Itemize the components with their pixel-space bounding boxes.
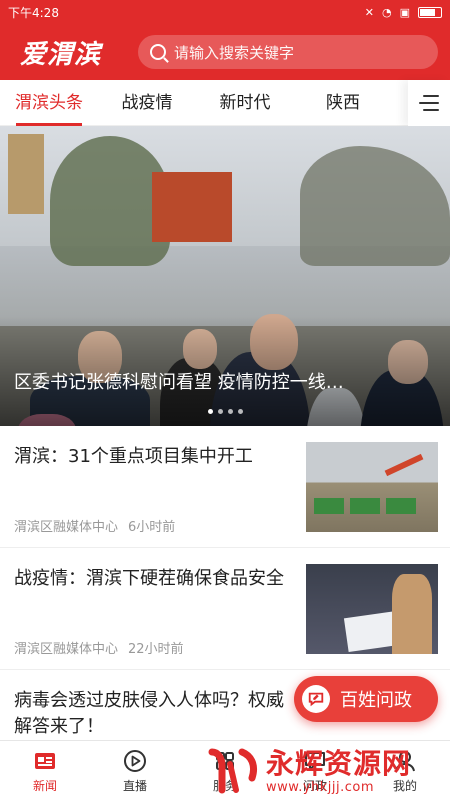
status-bar: 下午4:28 ✕ ◔ ▣ xyxy=(0,0,450,24)
tab-new-era[interactable]: 新时代 xyxy=(196,80,294,126)
news-title: 渭滨：31个重点项目集中开工 xyxy=(14,446,253,467)
news-meta: 渭滨区融媒体中心 22小时前 xyxy=(14,638,184,657)
news-list: 渭滨：31个重点项目集中开工 渭滨区融媒体中心 6小时前 战疫情：渭滨下硬茬确保… xyxy=(0,426,450,792)
play-icon xyxy=(122,748,148,774)
tab-shaanxi[interactable]: 陕西 xyxy=(294,80,392,126)
news-thumbnail xyxy=(306,564,438,654)
nav-label: 直播 xyxy=(122,778,147,793)
news-item[interactable]: 战疫情：渭滨下硬茬确保食品安全 渭滨区融媒体中心 22小时前 xyxy=(0,548,450,670)
news-icon xyxy=(32,748,58,774)
service-icon xyxy=(212,748,238,774)
sim-icon: ▣ xyxy=(399,5,410,19)
tab-epidemic[interactable]: 战疫情 xyxy=(98,80,196,126)
battery-icon xyxy=(418,6,442,18)
mute-icon: ✕ xyxy=(364,5,374,19)
news-time: 6小时前 xyxy=(128,520,176,535)
nav-news[interactable]: 新闻 xyxy=(0,741,90,800)
search-bar[interactable]: 请输入搜索关键字 xyxy=(138,35,438,69)
news-title: 战疫情：渭滨下硬茬确保食品安全 xyxy=(14,568,284,589)
news-source: 渭滨区融媒体中心 xyxy=(14,520,119,535)
news-thumbnail xyxy=(306,442,438,532)
app-header: 爱渭滨 请输入搜索关键字 xyxy=(0,24,450,80)
news-item[interactable]: 渭滨：31个重点项目集中开工 渭滨区融媒体中心 6小时前 xyxy=(0,426,450,548)
chat-edit-icon xyxy=(302,685,330,713)
news-source: 渭滨区融媒体中心 xyxy=(14,642,119,657)
app-screen: 下午4:28 ✕ ◔ ▣ 爱渭滨 请输入搜索关键字 渭滨头条 战疫情 新时代 陕… xyxy=(0,0,450,800)
public-inquiry-button[interactable]: 百姓问政 xyxy=(294,676,438,722)
pagination-dot[interactable] xyxy=(207,409,213,414)
pagination-dot[interactable] xyxy=(217,409,223,414)
app-logo: 爱渭滨 xyxy=(20,39,102,70)
channel-tabs: 渭滨头条 战疫情 新时代 陕西 xyxy=(0,80,450,126)
user-icon xyxy=(392,748,418,774)
ask-icon xyxy=(302,748,328,774)
nav-service[interactable]: 服务 xyxy=(180,741,270,800)
nav-label: 我的 xyxy=(392,778,417,793)
banner-caption: 区委书记张德科慰问看望 疫情防控一线… xyxy=(14,372,344,393)
search-icon xyxy=(150,44,166,60)
pagination-dot[interactable] xyxy=(227,409,233,414)
search-placeholder: 请输入搜索关键字 xyxy=(174,43,295,62)
nav-ask[interactable]: 问政 xyxy=(270,741,360,800)
tab-headline[interactable]: 渭滨头条 xyxy=(0,80,98,126)
pagination-dot[interactable] xyxy=(237,409,243,414)
status-time: 下午4:28 xyxy=(8,5,59,20)
headline-banner[interactable]: 区委书记张德科慰问看望 疫情防控一线… xyxy=(0,126,450,426)
nav-live[interactable]: 直播 xyxy=(90,741,180,800)
public-inquiry-label: 百姓问政 xyxy=(340,690,412,711)
nav-label: 服务 xyxy=(212,778,237,793)
news-meta: 渭滨区融媒体中心 6小时前 xyxy=(14,516,175,535)
banner-pagination xyxy=(0,409,450,414)
status-icons: ✕ ◔ ▣ xyxy=(365,6,442,19)
nav-label: 新闻 xyxy=(32,778,57,793)
bottom-nav: 新闻 直播 服务 问政 我的 xyxy=(0,740,450,800)
news-title: 病毒会透过皮肤侵入人体吗？权威解答来了！ xyxy=(14,690,284,737)
news-time: 22小时前 xyxy=(128,642,184,657)
wifi-icon: ◔ xyxy=(381,5,392,19)
nav-me[interactable]: 我的 xyxy=(360,741,450,800)
nav-label: 问政 xyxy=(302,778,327,793)
channel-menu-icon[interactable] xyxy=(408,80,450,126)
